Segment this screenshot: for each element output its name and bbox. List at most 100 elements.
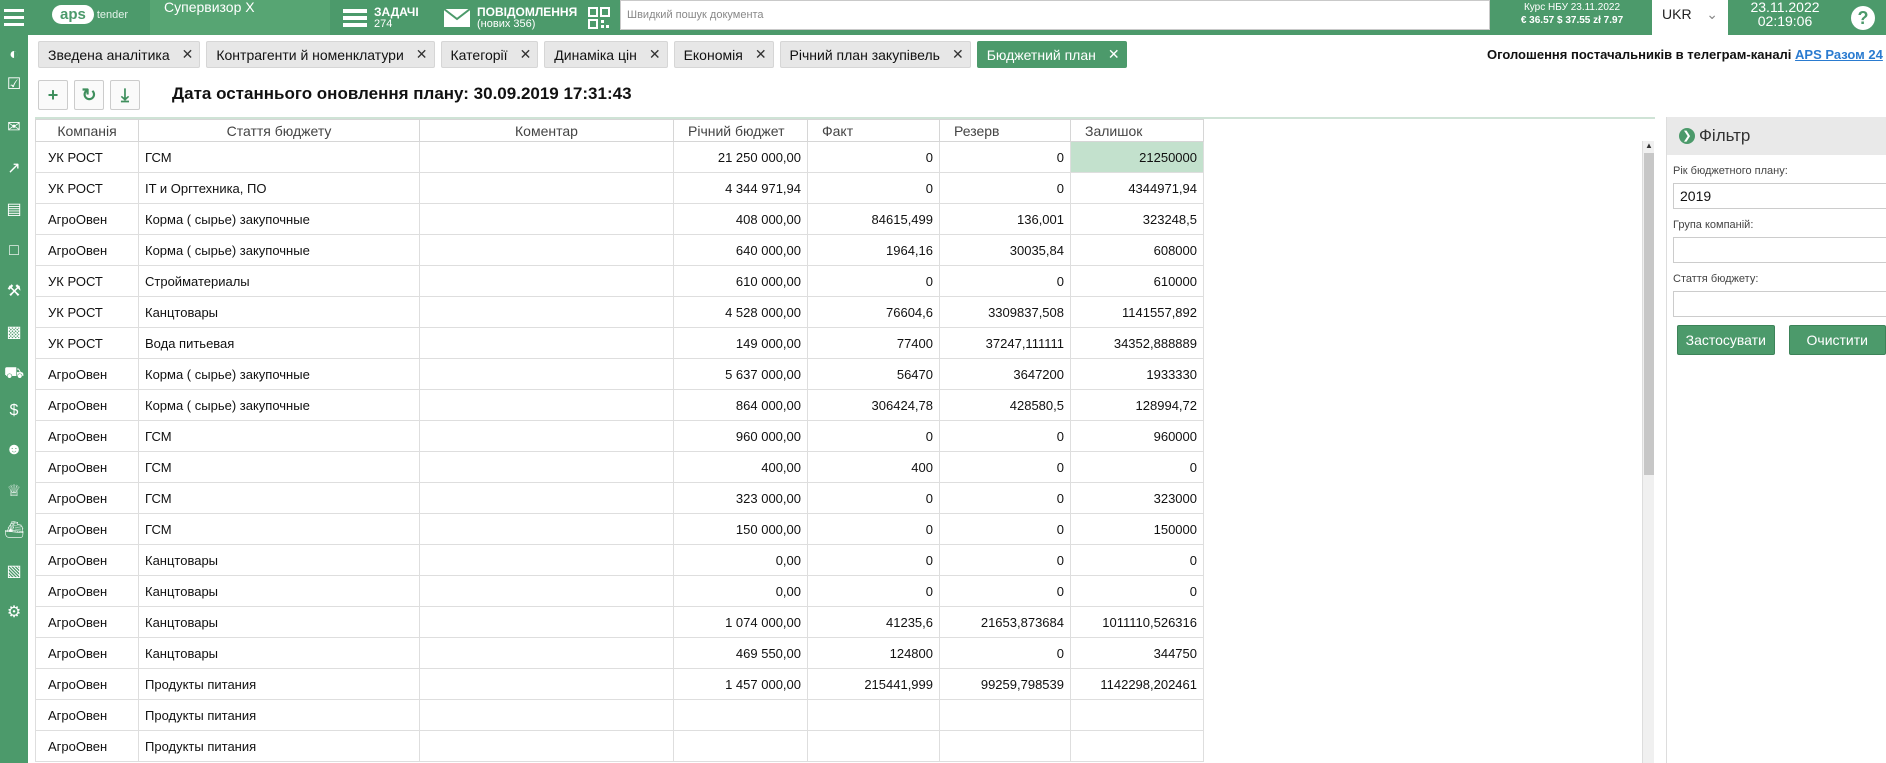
dollar-icon[interactable]: $ — [4, 401, 24, 421]
tab-summary-analytics[interactable]: Зведена аналітика ✕ — [38, 41, 201, 68]
table-row[interactable]: АгроОвен Продукты питания — [35, 699, 1204, 731]
download-button[interactable]: ⤓ — [110, 80, 140, 110]
users-icon[interactable]: ☻ — [4, 440, 24, 460]
tab-budget-plan[interactable]: Бюджетний план ✕ — [976, 41, 1127, 68]
help-button[interactable]: ? — [1840, 0, 1886, 35]
cell-company: УК РОСТ — [35, 141, 139, 173]
vertical-scrollbar[interactable]: ▲ — [1642, 141, 1654, 763]
cell-comment[interactable] — [419, 389, 674, 421]
close-icon[interactable]: ✕ — [182, 46, 194, 63]
cell-comment[interactable] — [419, 451, 674, 483]
calendar-icon[interactable]: ▤ — [4, 200, 24, 220]
table-row[interactable]: АгроОвен ГСМ 400,00 400 0 0 — [35, 451, 1204, 483]
cell-comment[interactable] — [419, 296, 674, 328]
close-icon[interactable]: ✕ — [952, 46, 964, 63]
close-icon[interactable]: ✕ — [520, 46, 532, 63]
cell-comment[interactable] — [419, 730, 674, 762]
col-reserve[interactable]: Резерв — [939, 119, 1071, 142]
close-icon[interactable]: ✕ — [755, 46, 767, 63]
close-icon[interactable]: ✕ — [1108, 46, 1120, 63]
table-row[interactable]: АгроОвен Продукты питания 1 457 000,00 2154… — [35, 668, 1204, 700]
scroll-thumb[interactable] — [1644, 153, 1654, 475]
tab-annual-plan[interactable]: Річний план закупівель ✕ — [779, 41, 971, 68]
file-icon[interactable]: ▩ — [4, 323, 24, 343]
table-row[interactable]: АгроОвен Корма ( сырье) закупочные 640 000… — [35, 234, 1204, 266]
language-select[interactable]: UKR ⌄ — [1652, 0, 1728, 35]
qr-button[interactable] — [588, 0, 610, 35]
trend-icon[interactable]: ↗ — [4, 159, 24, 179]
close-icon[interactable]: ✕ — [416, 46, 428, 63]
search-input[interactable]: Швидкий пошук документа — [620, 0, 1490, 30]
table-row[interactable]: УК РОСТ ГСМ 21 250 000,00 0 0 21250000 — [35, 141, 1204, 173]
add-button[interactable]: + — [38, 80, 68, 110]
cell-comment[interactable] — [419, 482, 674, 514]
gavel-icon[interactable]: ⚒ — [4, 282, 24, 302]
close-icon[interactable]: ✕ — [649, 46, 661, 63]
table-row[interactable]: АгроОвен Корма ( сырье) закупочные 408 000… — [35, 203, 1204, 235]
cell-comment[interactable] — [419, 203, 674, 235]
col-comment[interactable]: Коментар — [419, 119, 674, 142]
filter-header[interactable]: ❯ Фільтр — [1667, 117, 1886, 155]
trophy-icon[interactable]: ♕ — [4, 482, 24, 502]
table-row[interactable]: АгроОвен Продукты питания — [35, 730, 1204, 762]
table-row[interactable]: АгроОвен Корма ( сырье) закупочные 5 637 0… — [35, 358, 1204, 390]
calendar-check-icon[interactable]: ☑ — [4, 75, 24, 95]
table-row[interactable]: АгроОвен ГСМ 960 000,00 0 0 960000 — [35, 420, 1204, 452]
cell-comment[interactable] — [419, 141, 674, 173]
company-group-input[interactable] — [1673, 237, 1886, 263]
telegram-link[interactable]: APS Разом 24 — [1795, 47, 1883, 62]
table-row[interactable]: АгроОвен ГСМ 323 000,00 0 0 323000 — [35, 482, 1204, 514]
app-logo[interactable]: aps tender — [52, 5, 128, 24]
cell-comment[interactable] — [419, 358, 674, 390]
table-row[interactable]: УК РОСТ Вода питьевая 149 000,00 77400 37247… — [35, 327, 1204, 359]
cell-comment[interactable] — [419, 234, 674, 266]
col-balance[interactable]: Залишок — [1070, 119, 1204, 142]
year-input[interactable]: 2019 — [1673, 183, 1886, 209]
pie-chart-icon[interactable]: ◐ — [4, 45, 24, 65]
col-company[interactable]: Компанія — [35, 119, 139, 142]
cell-comment[interactable] — [419, 327, 674, 359]
table-row[interactable]: АгроОвен Канцтовары 1 074 000,00 41235,6 216… — [35, 606, 1204, 638]
cell-comment[interactable] — [419, 699, 674, 731]
tab-price-dynamics[interactable]: Динаміка цін ✕ — [544, 41, 668, 68]
table-row[interactable]: АгроОвен Канцтовары 0,00 0 0 0 — [35, 575, 1204, 607]
clear-button[interactable]: Очистити — [1788, 325, 1886, 355]
table-row[interactable]: АгроОвен Корма ( сырье) закупочные 864 000… — [35, 389, 1204, 421]
cell-comment[interactable] — [419, 544, 674, 576]
apply-button[interactable]: Застосувати — [1677, 325, 1775, 355]
cell-reserve: 0 — [939, 513, 1071, 545]
user-role[interactable]: Супервизор Х — [150, 0, 330, 35]
cell-comment[interactable] — [419, 575, 674, 607]
document-icon[interactable]: □ — [4, 241, 24, 261]
book-icon[interactable]: ▧ — [4, 562, 24, 582]
table-row[interactable]: АгроОвен Канцтовары 0,00 0 0 0 — [35, 544, 1204, 576]
table-row[interactable]: УК РОСТ Канцтовары 4 528 000,00 76604,6 3309… — [35, 296, 1204, 328]
table-row[interactable]: АгроОвен ГСМ 150 000,00 0 0 150000 — [35, 513, 1204, 545]
col-budget-item[interactable]: Стаття бюджету — [138, 119, 420, 142]
cell-comment[interactable] — [419, 513, 674, 545]
messages-button[interactable]: ПОВІДОМЛЕННЯ (нових 356) — [443, 0, 577, 35]
menu-icon[interactable] — [0, 0, 28, 35]
chat-icon[interactable]: ✉ — [4, 118, 24, 138]
table-row[interactable]: АгроОвен Канцтовары 469 550,00 124800 0 34475… — [35, 637, 1204, 669]
cell-comment[interactable] — [419, 420, 674, 452]
tab-categories[interactable]: Категорії ✕ — [440, 41, 539, 68]
cell-comment[interactable] — [419, 265, 674, 297]
refresh-button[interactable]: ↻ — [74, 80, 104, 110]
cell-comment[interactable] — [419, 172, 674, 204]
tasks-button[interactable]: ЗАДАЧІ 274 — [342, 0, 419, 35]
table-row[interactable]: УК РОСТ IT и Оргтехника, ПО 4 344 971,94 0 0… — [35, 172, 1204, 204]
truck-icon[interactable]: ⛟ — [4, 364, 24, 384]
table-row[interactable]: УК РОСТ Стройматериалы 610 000,00 0 0 610000 — [35, 265, 1204, 297]
budget-item-input[interactable] — [1673, 291, 1886, 317]
scroll-up-icon[interactable]: ▲ — [1644, 141, 1654, 151]
tab-savings[interactable]: Економія ✕ — [673, 41, 774, 68]
col-fact[interactable]: Факт — [807, 119, 940, 142]
cell-comment[interactable] — [419, 637, 674, 669]
cell-comment[interactable] — [419, 606, 674, 638]
col-annual-budget[interactable]: Річний бюджет — [673, 119, 808, 142]
ship-icon[interactable]: ⛴ — [4, 521, 24, 541]
tab-counterparties[interactable]: Контрагенти й номенклатури ✕ — [206, 41, 435, 68]
gears-icon[interactable]: ⚙ — [4, 603, 24, 623]
cell-comment[interactable] — [419, 668, 674, 700]
